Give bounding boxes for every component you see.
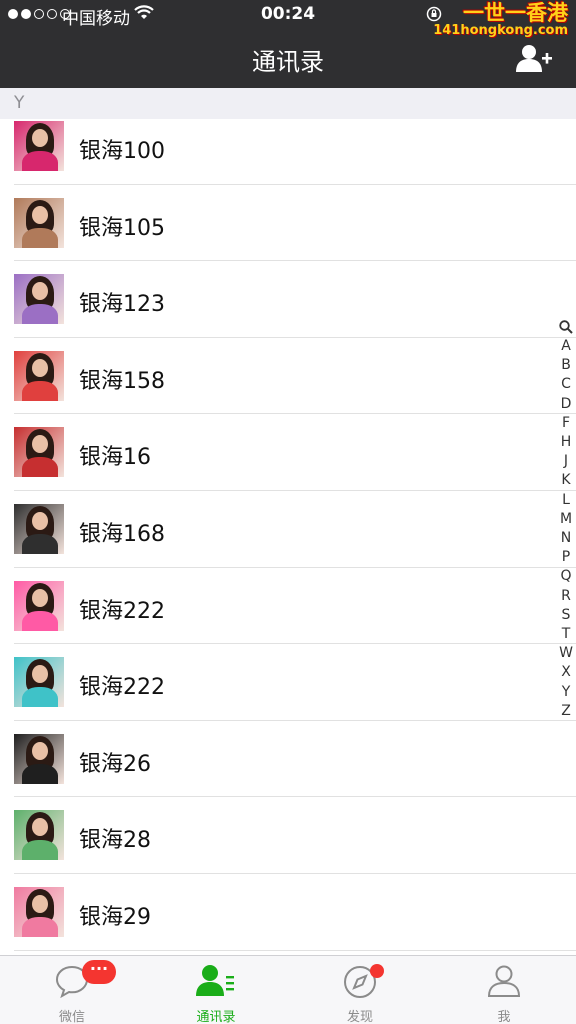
tab-bar: ··· 微信 通讯录 发现 我 <box>0 955 576 1024</box>
index-letter[interactable]: D <box>556 395 576 414</box>
contact-row[interactable]: 银海29 <box>0 862 576 951</box>
search-icon[interactable] <box>559 320 573 334</box>
avatar <box>14 503 64 554</box>
contact-row[interactable]: 银海26 <box>0 709 576 798</box>
tab-chats[interactable]: ··· 微信 <box>0 956 144 1024</box>
tab-me[interactable]: 我 <box>432 956 576 1024</box>
contact-name: 银海222 <box>79 598 165 624</box>
index-letter[interactable]: F <box>556 414 576 433</box>
contact-row[interactable]: 银海28 <box>0 785 576 874</box>
new-moments-dot <box>370 964 384 978</box>
avatar <box>14 657 64 708</box>
top-bar: 中国移动 00:24 一世一香港 141hongkong.com 通讯录 <box>0 0 576 88</box>
contact-name: 银海28 <box>79 828 151 854</box>
watermark-logo: 一世一香港 141hongkong.com <box>433 1 568 39</box>
contact-row[interactable]: 银海222 <box>0 556 576 645</box>
contact-row[interactable]: 银海168 <box>0 479 576 568</box>
alphabet-index-bar[interactable]: ABCDFHJKLMNPQRSTWXYZ <box>556 320 576 721</box>
contact-name: 银海105 <box>79 215 165 241</box>
contact-name: 银海26 <box>79 751 151 777</box>
index-letter[interactable]: T <box>556 625 576 644</box>
contact-name: 银海100 <box>79 139 165 164</box>
index-letter[interactable]: Q <box>556 567 576 586</box>
contact-name: 银海123 <box>79 292 165 318</box>
tab-label: 我 <box>497 1010 511 1024</box>
index-letter[interactable]: M <box>556 510 576 529</box>
contact-name: 银海29 <box>79 904 151 930</box>
index-letter[interactable]: N <box>556 529 576 548</box>
avatar <box>14 121 64 171</box>
index-letter[interactable]: L <box>556 491 576 510</box>
contact-list: 银海100 银海105 银海123 银海158 银海16 银海168 银海222 银海222 银… <box>0 96 576 951</box>
contact-name: 银海158 <box>79 368 165 394</box>
index-letter[interactable]: A <box>556 337 576 356</box>
add-person-icon[interactable] <box>516 44 554 74</box>
index-letter[interactable]: Z <box>556 702 576 721</box>
index-letter[interactable]: R <box>556 587 576 606</box>
avatar <box>14 197 64 248</box>
tab-discover[interactable]: 发现 <box>288 956 432 1024</box>
avatar <box>14 886 64 937</box>
contact-row[interactable]: 银海16 <box>0 402 576 491</box>
index-letter[interactable]: K <box>556 471 576 490</box>
index-letter[interactable]: C <box>556 375 576 394</box>
index-letter[interactable]: X <box>556 663 576 682</box>
index-letter[interactable]: J <box>556 452 576 471</box>
index-letter[interactable]: B <box>556 356 576 375</box>
contact-row[interactable]: 银海158 <box>0 326 576 415</box>
index-letter[interactable]: S <box>556 606 576 625</box>
contacts-icon <box>196 965 234 996</box>
contact-name: 银海222 <box>79 675 165 701</box>
contact-name: 银海16 <box>79 445 151 471</box>
tab-label: 通讯录 <box>196 1010 236 1024</box>
contact-row[interactable]: 银海123 <box>0 249 576 338</box>
avatar <box>14 350 64 401</box>
tab-label: 微信 <box>58 1010 85 1024</box>
tab-contacts[interactable]: 通讯录 <box>144 956 288 1024</box>
status-bar: 中国移动 00:24 一世一香港 141hongkong.com <box>0 0 576 37</box>
person-icon <box>487 965 521 997</box>
index-letter[interactable]: Y <box>556 683 576 702</box>
avatar <box>14 810 64 861</box>
index-letter[interactable]: P <box>556 548 576 567</box>
avatar <box>14 733 64 784</box>
unread-badge: ··· <box>82 960 116 984</box>
contact-row[interactable]: 银海100 <box>0 96 576 185</box>
contact-row[interactable]: 银海222 <box>0 632 576 721</box>
row-divider <box>14 949 576 951</box>
contact-row[interactable]: 银海105 <box>0 173 576 262</box>
tab-label: 发现 <box>346 1010 373 1024</box>
avatar <box>14 274 64 325</box>
page-title: 通讯录 <box>252 48 324 76</box>
index-letter[interactable]: H <box>556 433 576 452</box>
avatar <box>14 580 64 631</box>
index-letter[interactable]: W <box>556 644 576 663</box>
avatar <box>14 427 64 478</box>
contact-name: 银海168 <box>79 521 165 547</box>
